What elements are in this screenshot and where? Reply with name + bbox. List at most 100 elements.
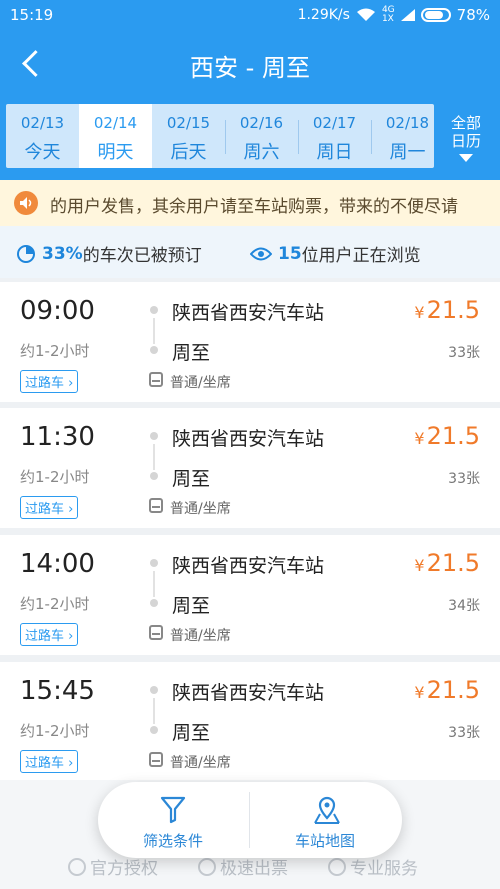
route-line [153,318,155,344]
passing-bus-tag[interactable]: 过路车 › [20,623,79,646]
bus-icon [149,372,163,387]
currency-symbol: ¥ [414,683,425,702]
date-tab[interactable]: 02/14 明天 [79,104,152,168]
date-tab[interactable]: 02/15 后天 [152,104,225,168]
date-tab-day: 明天 [97,142,134,163]
date-tab[interactable]: 02/16 周六 [225,104,298,168]
map-pin-icon [314,796,340,824]
destination-dot [150,599,158,607]
passing-bus-tag[interactable]: 过路车 › [20,370,79,393]
passing-bus-tag[interactable]: 过路车 › [20,750,79,773]
date-tab-date: 02/16 [239,114,284,132]
price-value: 21.5 [426,296,480,324]
viewers-count: 15 [278,243,302,264]
bottom-action-bar: 筛选条件 车站地图 [98,782,402,858]
filter-icon [160,796,186,824]
trip-card[interactable]: 11:30 约1-2小时 过路车 › 陕西省西安汽车站 周至 普通/坐席 ¥21.5 33张 [0,408,500,528]
bus-icon [149,498,163,513]
date-separator [298,120,299,154]
ticket-price: ¥21.5 [414,296,480,324]
date-tab[interactable]: 02/13 今天 [6,104,79,168]
passing-bus-label: 过路车 [25,376,65,391]
destination-station: 周至 [172,722,211,744]
date-tab-date: 02/13 [20,114,65,132]
date-tab[interactable]: 02/17 周日 [298,104,371,168]
origin-dot [150,559,158,567]
origin-dot [150,686,158,694]
page-title: 西安 - 周至 [190,54,310,82]
passing-bus-label: 过路车 [25,502,65,517]
date-tab-day: 周一 [389,142,426,163]
stats-bar: 33% 的车次已被预订 15 位用户正在浏览 [0,226,500,278]
date-tabs: 02/13 今天 02/14 明天 02/15 后天 02/16 周六 02/17 周日 02/18… [6,104,434,168]
pie-chart-icon [17,244,35,263]
date-tab-day: 今天 [24,142,61,163]
date-separator [371,120,372,154]
date-tab-day: 后天 [170,142,207,163]
tickets-left: 34张 [448,598,480,614]
date-tab-day: 周六 [243,142,280,163]
signal-bars-icon [400,9,415,21]
filter-label: 筛选条件 [142,832,203,850]
booked-percent: 33% [42,243,83,264]
date-tab[interactable]: 02/18 周一 [371,104,434,168]
date-selector: 02/13 今天 02/14 明天 02/15 后天 02/16 周六 02/17 周日 02/18… [0,98,500,180]
price-value: 21.5 [426,676,480,704]
date-tab-date: 02/18 [385,114,430,132]
origin-station: 陕西省西安汽车站 [172,428,325,450]
trip-card[interactable]: 14:00 约1-2小时 过路车 › 陕西省西安汽车站 周至 普通/坐席 ¥21.5 34张 [0,535,500,655]
bus-icon [149,625,163,640]
signal-1x: 1X [381,14,394,24]
battery-icon [420,8,451,22]
origin-station: 陕西省西安汽车站 [172,682,325,704]
calendar-label-2: 日历 [450,132,481,150]
passing-bus-label: 过路车 [25,629,65,644]
origin-dot [150,432,158,440]
trip-duration: 约1-2小时 [20,468,90,486]
passing-bus-label: 过路车 [25,756,65,771]
route-line [153,444,155,470]
trip-duration: 约1-2小时 [20,722,90,740]
battery-level: 78% [456,6,490,24]
currency-symbol: ¥ [414,303,425,322]
booked-text: 的车次已被预订 [82,246,202,266]
trip-card[interactable]: 09:00 约1-2小时 过路车 › 陕西省西安汽车站 周至 普通/坐席 ¥21.5 33张 [0,282,500,402]
departure-time: 14:00 [20,549,95,579]
trip-card[interactable]: 15:45 约1-2小时 过路车 › 陕西省西安汽车站 周至 普通/坐席 ¥21.5 33张 [0,662,500,782]
destination-station: 周至 [172,468,211,490]
speaker-icon [14,191,38,215]
price-value: 21.5 [426,422,480,450]
filter-button[interactable]: 筛选条件 [98,782,248,858]
trip-duration: 约1-2小时 [20,595,90,613]
departure-time: 09:00 [20,296,95,326]
signal-icon: 4G 1X [382,6,395,24]
status-time: 15:19 [10,6,54,24]
trip-duration: 约1-2小时 [20,342,90,360]
station-map-button[interactable]: 车站地图 [250,782,400,858]
destination-dot [150,346,158,354]
navbar: 西安 - 周至 [0,30,500,98]
departure-time: 11:30 [20,422,95,452]
tickets-left: 33张 [448,471,480,487]
seat-type: 普通/坐席 [170,755,231,771]
route-line [153,698,155,724]
passing-bus-tag[interactable]: 过路车 › [20,496,79,519]
date-tab-date: 02/14 [93,114,138,132]
status-bar: 15:19 1.29K/s 4G 1X 78% [0,0,500,30]
booked-stat: 33% 的车次已被预订 [16,241,202,266]
tickets-left: 33张 [448,725,480,741]
origin-station: 陕西省西安汽车站 [172,302,325,324]
station-map-label: 车站地图 [294,832,355,850]
status-right: 1.29K/s 4G 1X 78% [298,6,490,25]
wifi-icon [356,8,375,21]
all-calendar-button[interactable]: 全部 日历 [438,104,494,168]
eye-icon [250,247,272,260]
ticket-price: ¥21.5 [414,422,480,450]
bus-icon [149,752,163,767]
viewers-stat: 15 位用户正在浏览 [250,241,421,266]
price-value: 21.5 [426,549,480,577]
destination-station: 周至 [172,342,211,364]
check-circle-icon [68,857,86,876]
ticket-price: ¥21.5 [414,676,480,704]
date-tab-day: 周日 [316,142,353,163]
